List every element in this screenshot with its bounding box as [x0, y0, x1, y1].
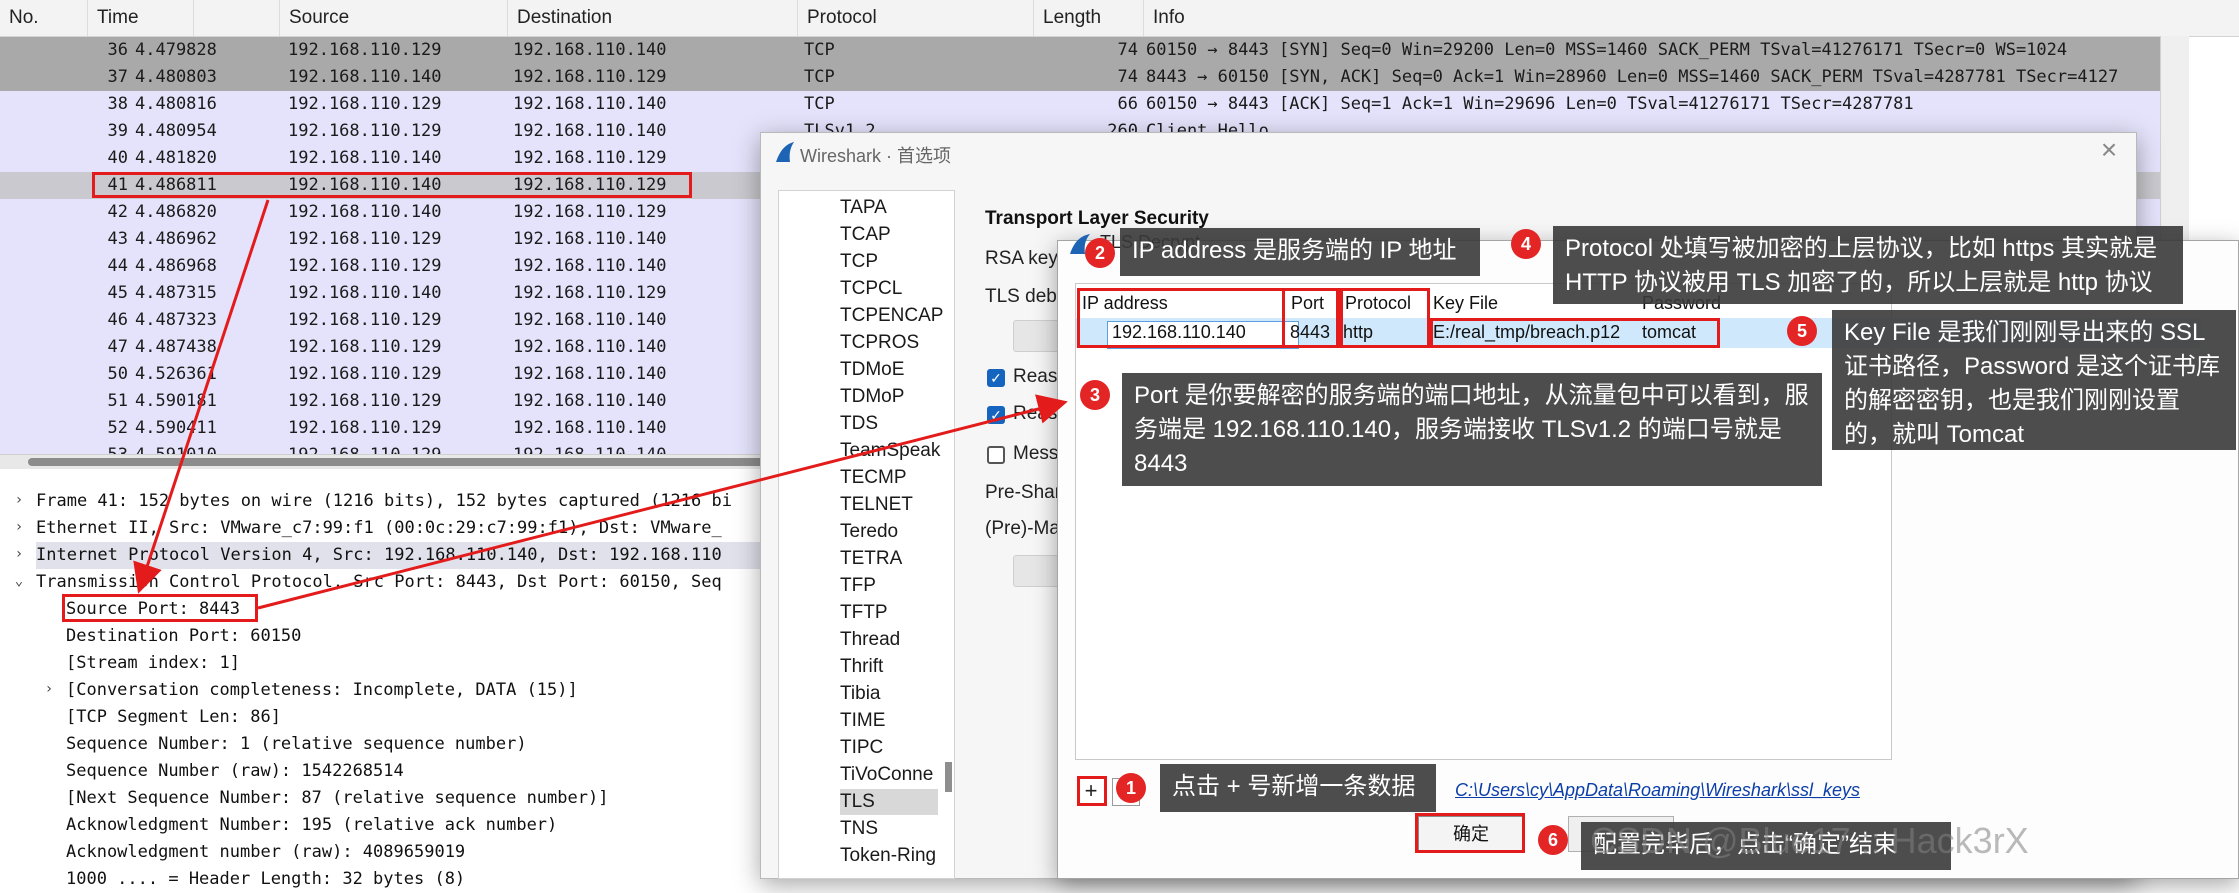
arrow-packet-to-source-port [133, 199, 270, 594]
badge-3: 3 [1080, 380, 1110, 410]
tip-key-file: Key File 是我们刚刚导出来的 SSL 证书路径，Password 是这个… [1832, 310, 2236, 450]
badge-6: 6 [1538, 825, 1568, 855]
tip-add-entry: 点击 + 号新增一条数据 [1160, 764, 1436, 812]
badge-5: 5 [1787, 316, 1817, 346]
badge-4: 4 [1511, 229, 1541, 259]
tip-port: Port 是你要解密的服务端的端口地址，从流量包中可以看到，服务端是 192.1… [1122, 373, 1822, 486]
arrow-source-port-to-port [257, 394, 1068, 610]
tip-ip-address: IP address 是服务端的 IP 地址 [1120, 228, 1480, 276]
badge-2: 2 [1085, 238, 1115, 268]
watermark: CSDN @Blue17 :: Hack3rX [1590, 820, 2029, 861]
badge-1: 1 [1116, 773, 1146, 803]
tip-protocol: Protocol 处填写被加密的上层协议，比如 https 其实就是 HTTP … [1553, 226, 2183, 304]
